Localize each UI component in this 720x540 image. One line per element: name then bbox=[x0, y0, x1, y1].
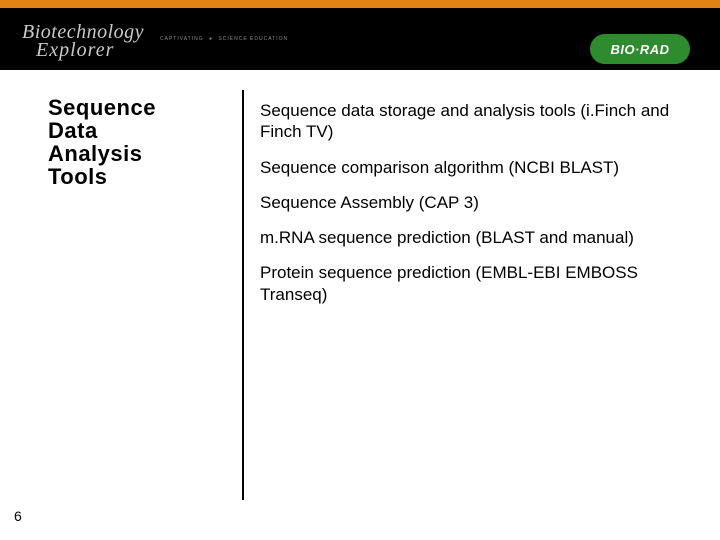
bullet-4: m.RNA sequence prediction (BLAST and man… bbox=[260, 227, 690, 248]
vertical-divider bbox=[242, 90, 244, 500]
title-line-3: Analysis bbox=[48, 142, 218, 165]
slide-title: Sequence Data Analysis Tools bbox=[48, 96, 218, 188]
body-text: Sequence data storage and analysis tools… bbox=[260, 100, 690, 319]
title-line-1: Sequence bbox=[48, 96, 218, 119]
bullet-3: Sequence Assembly (CAP 3) bbox=[260, 192, 690, 213]
accent-bar bbox=[0, 0, 720, 8]
content-area: Sequence Data Analysis Tools Sequence da… bbox=[0, 90, 720, 520]
logo-tagline: CAPTIVATING ● SCIENCE EDUCATION bbox=[160, 36, 288, 42]
logo-tagline-left: CAPTIVATING bbox=[160, 36, 204, 42]
title-line-2: Data bbox=[48, 119, 218, 142]
slide: Biotechnology Explorer CAPTIVATING ● SCI… bbox=[0, 0, 720, 540]
bullet-5: Protein sequence prediction (EMBL-EBI EM… bbox=[260, 262, 690, 305]
title-line-4: Tools bbox=[48, 165, 218, 188]
page-number: 6 bbox=[14, 508, 22, 524]
biotechnology-explorer-logo: Biotechnology Explorer CAPTIVATING ● SCI… bbox=[22, 22, 144, 60]
biorad-logo: BIO·RAD bbox=[590, 34, 690, 64]
logo-tagline-right: SCIENCE EDUCATION bbox=[218, 36, 288, 42]
bullet-2: Sequence comparison algorithm (NCBI BLAS… bbox=[260, 157, 690, 178]
biorad-logo-text: BIO·RAD bbox=[610, 42, 669, 57]
logo-line-2: Explorer bbox=[22, 40, 144, 60]
bullet-1: Sequence data storage and analysis tools… bbox=[260, 100, 690, 143]
header-bar: Biotechnology Explorer CAPTIVATING ● SCI… bbox=[0, 8, 720, 70]
dot-icon: ● bbox=[209, 36, 213, 42]
